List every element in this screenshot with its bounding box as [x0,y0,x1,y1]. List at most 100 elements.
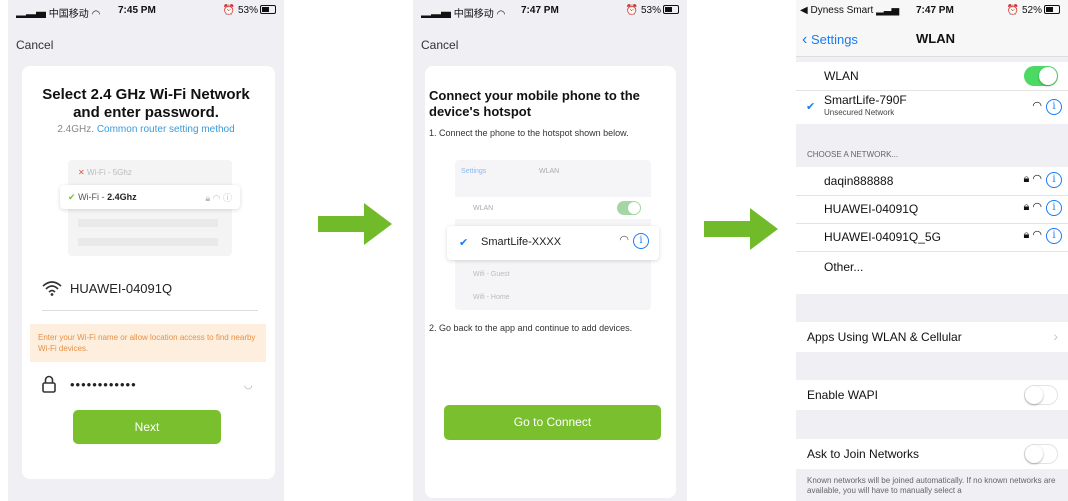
lock-icon: 🔒︎ [1023,229,1030,241]
alarm-icon: ⏰ [222,5,236,16]
eye-icon[interactable]: ◡ [244,380,253,391]
mini-back: Settings [461,168,487,175]
status-bar: ▂▃▅ 中国移动 ◠ 7:45 PM ⏰ 53% [8,0,284,22]
battery: ⏰ 52% [1007,5,1060,16]
subtitle-prefix: 2.4GHz. [57,124,95,135]
wlan-group: WLAN ✔ SmartLife-790F Unsecured Network … [796,62,1068,124]
info-icon[interactable]: i [1046,99,1062,115]
mini-row-bold: 2.4Ghz [107,192,137,202]
password-input[interactable]: •••••••••••• [70,377,137,392]
mini-title: WLAN [539,168,560,175]
ask-join-switch[interactable] [1024,444,1058,464]
battery-icon [1044,5,1060,14]
mini-row-5ghz: ✕ Wi-Fi - 5Ghz [78,168,132,177]
hotspot-row: ✔ SmartLife-XXXX ◠ i [447,226,659,260]
back-button[interactable]: ‹ Settings [802,31,858,49]
next-button[interactable]: Next [73,410,221,444]
signal-icon: ▂▃▅ [421,9,451,20]
battery-icon [663,5,679,14]
network-row[interactable]: daqin888888 🔒︎ ◠ i [796,167,1068,196]
status-bar: ◀ Dyness Smart ▂▃▅ 7:47 PM ⏰ 52% [796,0,1068,22]
blurred-row [78,219,218,227]
apps-wlan-row[interactable]: Apps Using WLAN & Cellular › [796,322,1068,352]
nav-title: WLAN [916,31,955,46]
network-name: HUAWEI-04091Q [824,202,919,216]
lock-icon: 🔒︎ ◠ ⓘ [205,193,232,203]
wlan-toggle-row: WLAN [796,62,1068,91]
phone-screen-hotspot: ▂▃▅ 中国移动 ◠ 7:47 PM ⏰ 53% Cancel Connect … [413,0,687,501]
status-bar: ▂▃▅ 中国移动 ◠ 7:47 PM ⏰ 53% [413,0,687,22]
check-icon: ✔ [806,101,816,113]
info-icon[interactable]: i [1046,200,1062,216]
notice-text: Enter your Wi-Fi name or allow location … [38,333,256,353]
mini-home: Wifi - Home [473,294,510,301]
network-icons: 🔒︎ ◠ i [1023,200,1062,216]
network-row[interactable]: HUAWEI-04091Q 🔒︎ ◠ i [796,195,1068,224]
battery: ⏰ 53% [626,5,679,16]
divider [42,310,258,311]
mini-guest: Wifi - Guest [473,271,510,278]
info-icon[interactable]: i [1046,228,1062,244]
cancel-button[interactable]: Cancel [16,38,53,52]
other-label: Other... [824,260,864,274]
cancel-button[interactable]: Cancel [421,38,458,52]
title-line1: Select 2.4 GHz Wi-Fi Network [42,86,250,103]
arrow-right-icon [318,203,392,245]
phone-screen-ios-wlan: ◀ Dyness Smart ▂▃▅ 7:47 PM ⏰ 52% ‹ Setti… [796,0,1068,501]
network-list: daqin888888 🔒︎ ◠ i HUAWEI-04091Q 🔒︎ ◠ i HU… [796,167,1068,294]
battery: ⏰ 53% [223,5,276,16]
location-notice: Enter your Wi-Fi name or allow location … [30,324,266,362]
lock-icon: 🔒︎ [1023,173,1030,185]
network-icons: 🔒︎ ◠ i [1023,172,1062,188]
network-row[interactable]: HUAWEI-04091Q_5G 🔒︎ ◠ i [796,223,1068,252]
cross-icon: ✕ [78,168,85,177]
arrow-right-icon [704,208,778,250]
status-time: 7:45 PM [118,5,156,16]
wlan-label: WLAN [824,69,859,83]
check-icon: ✔ [459,237,469,249]
wapi-switch[interactable] [1024,385,1058,405]
info-icon[interactable]: i [1046,172,1062,188]
lock-icon: 🔒︎ [1023,201,1030,213]
network-name: HUAWEI-04091Q_5G [824,230,941,244]
mini-row-5ghz-label: Wi-Fi - 5Ghz [86,168,132,177]
wifi-icon: ◠ [1032,100,1042,112]
mini-wlan-row: WLAN [455,197,651,219]
router-method-link[interactable]: Common router setting method [97,124,235,135]
wifi-icon: ◠ [496,9,506,20]
carrier: ◀ Dyness Smart ▂▃▅ [800,5,900,16]
alarm-icon: ⏰ [1006,5,1020,16]
ssid-input[interactable]: HUAWEI-04091Q [70,281,172,296]
mini-row-prefix: Wi-Fi - [78,192,108,202]
connected-ssid: SmartLife-790F [824,93,907,107]
wifi-icon [42,280,62,301]
wlan-switch[interactable] [1024,66,1058,86]
phone-screen-wifi-select: ▂▃▅ 中国移动 ◠ 7:45 PM ⏰ 53% Cancel Select 2… [8,0,284,501]
mini-row-24ghz: ✔ Wi-Fi - 2.4Ghz 🔒︎ ◠ ⓘ [60,185,240,209]
connected-network-row[interactable]: ✔ SmartLife-790F Unsecured Network ◠ i [796,90,1068,124]
network-name: daqin888888 [824,174,894,188]
mini-wlan-label: WLAN [473,205,494,212]
page-title: Select 2.4 GHz Wi-Fi Network and enter p… [8,86,284,122]
go-to-connect-button[interactable]: Go to Connect [444,405,661,440]
wifi-info-icons: ◠ i [619,233,649,249]
ask-join-row: Ask to Join Networks [796,439,1068,469]
lock-icon [41,375,57,398]
ask-footer: Known networks will be joined automatica… [807,476,1056,495]
check-icon: ✔ [68,192,76,202]
page-title: Connect your mobile phone to the device'… [429,88,640,119]
signal-icon: ▂▃▅ [876,5,900,16]
chevron-left-icon: ‹ [802,31,808,48]
status-time: 7:47 PM [916,5,954,16]
blurred-row [78,238,218,246]
other-network-row[interactable]: Other... [796,251,1068,285]
signal-icon: ▂▃▅ [16,9,46,20]
hotspot-ssid: SmartLife-XXXX [481,236,562,248]
step-1: 1. Connect the phone to the hotspot show… [429,128,629,138]
status-time: 7:47 PM [521,5,559,16]
carrier: ▂▃▅ 中国移动 ◠ [421,9,506,20]
battery-icon [260,5,276,14]
connected-security: Unsecured Network [824,108,895,117]
mini-toggle [617,201,641,215]
title-line2: and enter password. [73,104,219,121]
